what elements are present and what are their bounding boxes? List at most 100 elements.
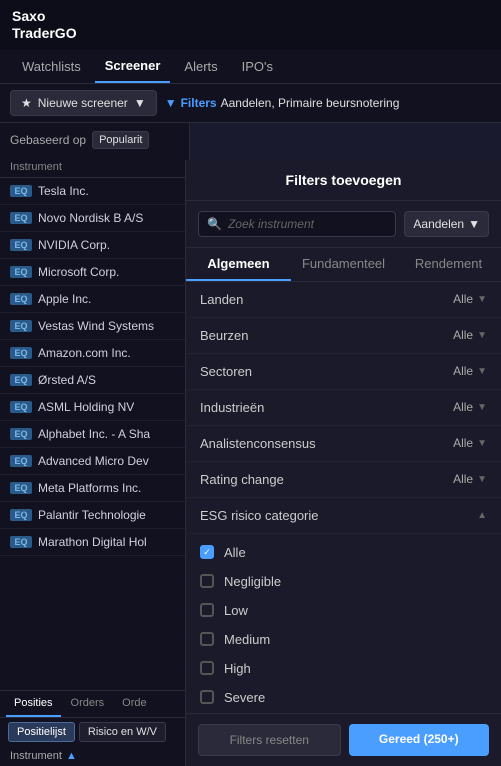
esg-checkbox-severe[interactable] xyxy=(200,690,214,704)
list-item[interactable]: EQ Advanced Micro Dev xyxy=(0,448,189,475)
filter-rating-change[interactable]: Rating change Alle ▼ xyxy=(186,462,501,498)
reset-button[interactable]: Filters resetten xyxy=(198,724,341,756)
list-item[interactable]: EQ Microsoft Corp. xyxy=(0,259,189,286)
done-button[interactable]: Gereed (250+) xyxy=(349,724,490,756)
esg-option-alle[interactable]: Alle xyxy=(186,538,501,567)
instrument-col-label: Instrument xyxy=(10,161,62,173)
filter-tabs: Algemeen Fundamenteel Rendement xyxy=(186,248,501,282)
filter-industrieen[interactable]: Industrieën Alle ▼ xyxy=(186,390,501,426)
esg-option-medium[interactable]: Medium xyxy=(186,625,501,654)
esg-checkbox-high[interactable] xyxy=(200,661,214,675)
stock-name: ASML Holding NV xyxy=(38,400,134,414)
stock-name: Vestas Wind Systems xyxy=(38,319,154,333)
toolbar: ★ Nieuwe screener ▼ ▼ Filters Aandelen, … xyxy=(0,84,501,123)
list-item[interactable]: EQ Vestas Wind Systems xyxy=(0,313,189,340)
search-input-wrap[interactable]: 🔍 xyxy=(198,211,396,237)
chevron-down-icon: ▼ xyxy=(477,330,487,341)
filter-landen[interactable]: Landen Alle ▼ xyxy=(186,282,501,318)
chevron-down-icon: ▼ xyxy=(468,217,480,231)
list-item[interactable]: EQ Tesla Inc. xyxy=(0,178,189,205)
search-input[interactable] xyxy=(228,217,387,231)
app-logo: Saxo TraderGO xyxy=(12,8,77,42)
eq-badge: EQ xyxy=(10,536,32,548)
list-item[interactable]: EQ ASML Holding NV xyxy=(0,394,189,421)
filter-sectoren[interactable]: Sectoren Alle ▼ xyxy=(186,354,501,390)
eq-badge: EQ xyxy=(10,185,32,197)
eq-badge: EQ xyxy=(10,455,32,467)
stock-name: Amazon.com Inc. xyxy=(38,346,131,360)
list-item[interactable]: EQ Amazon.com Inc. xyxy=(0,340,189,367)
esg-checkbox-alle[interactable] xyxy=(200,545,214,559)
search-row: 🔍 Aandelen ▼ xyxy=(186,201,501,248)
eq-badge: EQ xyxy=(10,266,32,278)
filters-body: Landen Alle ▼ Beurzen Alle ▼ Sectoren Al… xyxy=(186,282,501,713)
filter-active-text: Aandelen, Primaire beursnotering xyxy=(221,96,400,110)
filter-beurzen[interactable]: Beurzen Alle ▼ xyxy=(186,318,501,354)
stock-name: Novo Nordisk B A/S xyxy=(38,211,143,225)
esg-checkbox-negligible[interactable] xyxy=(200,574,214,588)
nav-watchlists[interactable]: Watchlists xyxy=(12,51,91,82)
stock-name: Alphabet Inc. - A Sha xyxy=(38,427,150,441)
esg-option-severe[interactable]: Severe xyxy=(186,683,501,712)
stock-list: EQ Tesla Inc. EQ Novo Nordisk B A/S EQ N… xyxy=(0,178,189,556)
esg-options: Alle Negligible Low Medium High xyxy=(186,534,501,713)
new-screener-button[interactable]: ★ Nieuwe screener ▼ xyxy=(10,90,157,116)
eq-badge: EQ xyxy=(10,509,32,521)
list-item[interactable]: EQ Novo Nordisk B A/S xyxy=(0,205,189,232)
esg-option-high[interactable]: High xyxy=(186,654,501,683)
filter-analistenconsensus[interactable]: Analistenconsensus Alle ▼ xyxy=(186,426,501,462)
stock-name: Ørsted A/S xyxy=(38,373,96,387)
bottom-tabs: Posities Orders Orde xyxy=(0,691,185,718)
tab-rendement[interactable]: Rendement xyxy=(396,248,501,281)
overlay-footer: Filters resetten Gereed (250+) xyxy=(186,713,501,766)
tab-posities[interactable]: Posities xyxy=(6,691,61,717)
esg-checkbox-medium[interactable] xyxy=(200,632,214,646)
nav-screener[interactable]: Screener xyxy=(95,50,171,83)
main-content: Gebaseerd op Popularit Instrument EQ Tes… xyxy=(0,123,501,766)
overlay-title: Filters toevoegen xyxy=(186,160,501,201)
chevron-down-icon: ▼ xyxy=(477,402,487,413)
esg-checkbox-low[interactable] xyxy=(200,603,214,617)
filter-tag: ▼ Filters Aandelen, Primaire beursnoteri… xyxy=(165,96,400,110)
esg-filter-header[interactable]: ESG risico categorie ▲ xyxy=(186,498,501,534)
esg-option-low[interactable]: Low xyxy=(186,596,501,625)
app-header: Saxo TraderGO xyxy=(0,0,501,50)
list-item[interactable]: EQ Ørsted A/S xyxy=(0,367,189,394)
tab-fundamenteel[interactable]: Fundamenteel xyxy=(291,248,396,281)
eq-badge: EQ xyxy=(10,239,32,251)
nav-alerts[interactable]: Alerts xyxy=(174,51,227,82)
search-icon: 🔍 xyxy=(207,217,222,231)
stock-name: NVIDIA Corp. xyxy=(38,238,110,252)
popularity-button[interactable]: Popularit xyxy=(92,131,149,149)
list-item[interactable]: EQ NVIDIA Corp. xyxy=(0,232,189,259)
list-item[interactable]: EQ Marathon Digital Hol xyxy=(0,529,189,556)
sub-tab-risico[interactable]: Risico en W/V xyxy=(79,722,166,742)
list-item[interactable]: EQ Alphabet Inc. - A Sha xyxy=(0,421,189,448)
left-panel: Gebaseerd op Popularit Instrument EQ Tes… xyxy=(0,123,190,766)
list-item[interactable]: EQ Apple Inc. xyxy=(0,286,189,313)
list-item[interactable]: EQ Palantir Technologie xyxy=(0,502,189,529)
chevron-down-icon: ▼ xyxy=(477,438,487,449)
asset-type-dropdown[interactable]: Aandelen ▼ xyxy=(404,211,489,237)
stock-name: Advanced Micro Dev xyxy=(38,454,149,468)
chevron-down-icon: ▼ xyxy=(134,96,146,110)
eq-badge: EQ xyxy=(10,428,32,440)
nav-ipos[interactable]: IPO's xyxy=(232,51,283,82)
instrument-col: Instrument ▲ xyxy=(0,746,185,766)
list-item[interactable]: EQ Meta Platforms Inc. xyxy=(0,475,189,502)
eq-badge: EQ xyxy=(10,401,32,413)
chevron-down-icon: ▼ xyxy=(477,474,487,485)
sub-tab-positielijst[interactable]: Positielijst xyxy=(8,722,75,742)
esg-option-negligible[interactable]: Negligible xyxy=(186,567,501,596)
instrument-header: Instrument xyxy=(0,157,189,178)
bottom-sub-tabs: Positielijst Risico en W/V xyxy=(0,718,185,746)
tab-orde[interactable]: Orde xyxy=(114,691,154,717)
chevron-up-icon: ▲ xyxy=(477,510,487,521)
star-icon: ★ xyxy=(21,96,32,110)
tab-orders[interactable]: Orders xyxy=(63,691,113,717)
bottom-panel: Posities Orders Orde Positielijst Risico… xyxy=(0,690,185,766)
tab-algemeen[interactable]: Algemeen xyxy=(186,248,291,281)
chevron-down-icon: ▼ xyxy=(477,366,487,377)
eq-badge: EQ xyxy=(10,212,32,224)
eq-badge: EQ xyxy=(10,293,32,305)
